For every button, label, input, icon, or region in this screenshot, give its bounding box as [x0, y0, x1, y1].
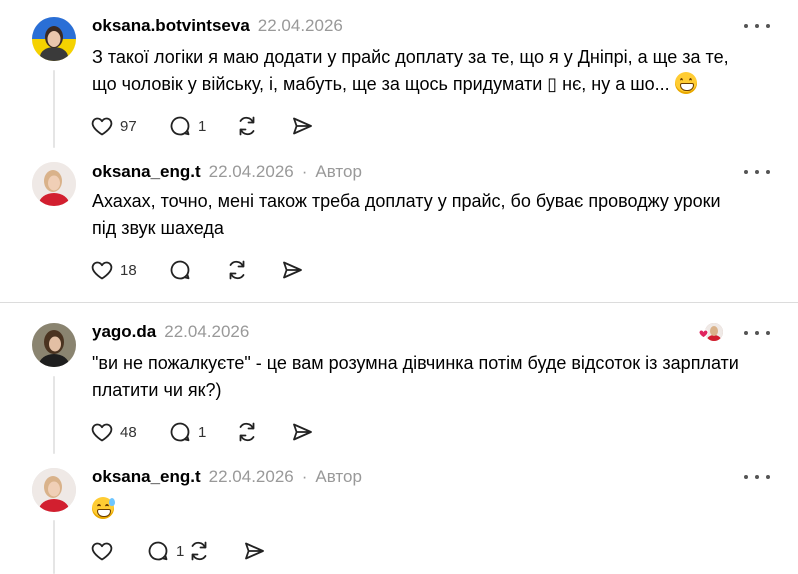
username[interactable]: oksana.botvintseva	[92, 16, 250, 36]
post-text-line: "ви не пожалкуєте" - це вам розумна дівч…	[92, 353, 739, 373]
post-text	[92, 497, 115, 524]
share-icon	[283, 261, 302, 279]
comment-icon	[170, 116, 190, 136]
post-text-line: Ахахах, точно, мені також треба доплату …	[92, 191, 721, 211]
post-header: oksana.botvintseva 22.04.2026	[92, 16, 343, 38]
more-icon[interactable]	[744, 166, 770, 178]
repost-icon	[191, 541, 207, 561]
heart-icon	[91, 261, 113, 280]
repost-button[interactable]	[234, 418, 290, 446]
avatar[interactable]	[32, 162, 76, 206]
action-bar: 1	[90, 537, 266, 565]
share-button[interactable]	[242, 537, 266, 565]
post-text-line: З такої логіки я маю додати у прайс допл…	[92, 47, 729, 67]
username[interactable]: oksana_eng.t	[92, 467, 201, 487]
repost-icon	[229, 260, 245, 280]
liked-by-author-badge	[698, 322, 724, 344]
repost-button[interactable]	[186, 537, 242, 565]
action-bar: 48 1	[90, 418, 314, 446]
action-bar: 18	[90, 256, 304, 284]
avatar[interactable]	[32, 17, 76, 61]
reply-button[interactable]	[168, 256, 224, 284]
reply-button[interactable]: 1	[168, 112, 234, 140]
like-button[interactable]: 18	[90, 256, 168, 284]
reply-button[interactable]: 1	[146, 537, 186, 565]
separator-dot: ·	[301, 162, 308, 181]
more-icon[interactable]	[744, 327, 770, 339]
comment-icon	[170, 260, 190, 280]
thread-divider	[0, 302, 798, 303]
post-text-line: що чоловік у війську, і, мабуть, ще за щ…	[92, 71, 782, 98]
like-count: 97	[120, 117, 137, 135]
repost-button[interactable]	[224, 256, 280, 284]
share-icon	[293, 117, 312, 135]
post-text: Ахахах, точно, мені також треба доплату …	[92, 188, 782, 242]
share-icon	[293, 423, 312, 441]
post-date[interactable]: 22.04.2026	[209, 467, 294, 487]
thread-line	[53, 376, 55, 454]
more-icon[interactable]	[744, 471, 770, 483]
comment-icon	[170, 422, 190, 442]
grinning-emoji	[674, 72, 697, 94]
post-date[interactable]: 22.04.2026	[258, 16, 343, 36]
like-count: 18	[120, 261, 137, 279]
repost-icon	[239, 116, 255, 136]
post-header: yago.da 22.04.2026	[92, 322, 249, 344]
username[interactable]: oksana_eng.t	[92, 162, 201, 182]
thread-line	[53, 520, 55, 574]
post-date[interactable]: 22.04.2026	[164, 322, 249, 342]
heart-icon	[698, 329, 709, 339]
like-button[interactable]: 48	[90, 418, 168, 446]
reply-count: 1	[198, 117, 207, 135]
more-icon[interactable]	[744, 20, 770, 32]
separator-dot: ·	[301, 467, 308, 486]
post-text-line: платити чи як?)	[92, 380, 222, 400]
heart-icon	[91, 542, 113, 561]
post-text: "ви не пожалкуєте" - це вам розумна дівч…	[92, 350, 782, 404]
heart-icon	[91, 117, 113, 136]
reply-button[interactable]: 1	[168, 418, 234, 446]
sweat-smile-emoji	[92, 497, 115, 519]
post-header: oksana_eng.t 22.04.2026 · Автор	[92, 162, 362, 184]
share-icon	[245, 542, 264, 560]
repost-button[interactable]	[234, 112, 290, 140]
share-button[interactable]	[280, 256, 304, 284]
share-button[interactable]	[290, 418, 314, 446]
username[interactable]: yago.da	[92, 322, 156, 342]
avatar[interactable]	[32, 323, 76, 367]
post-text-line: під звук шахеда	[92, 218, 224, 238]
action-bar: 97 1	[90, 112, 314, 140]
like-count: 48	[120, 423, 137, 441]
avatar[interactable]	[32, 468, 76, 512]
reply-count: 1	[176, 542, 185, 560]
post-text: З такої логіки я маю додати у прайс допл…	[92, 44, 782, 98]
like-button[interactable]	[90, 537, 146, 565]
reply-count: 1	[198, 423, 207, 441]
post-date[interactable]: 22.04.2026	[209, 162, 294, 182]
share-button[interactable]	[290, 112, 314, 140]
thread-line	[53, 70, 55, 148]
repost-icon	[239, 422, 255, 442]
author-badge: Автор	[315, 162, 362, 181]
post-header: oksana_eng.t 22.04.2026 · Автор	[92, 467, 362, 489]
heart-icon	[91, 423, 113, 442]
comment-icon	[148, 541, 168, 561]
like-button[interactable]: 97	[90, 112, 168, 140]
author-badge: Автор	[315, 467, 362, 486]
